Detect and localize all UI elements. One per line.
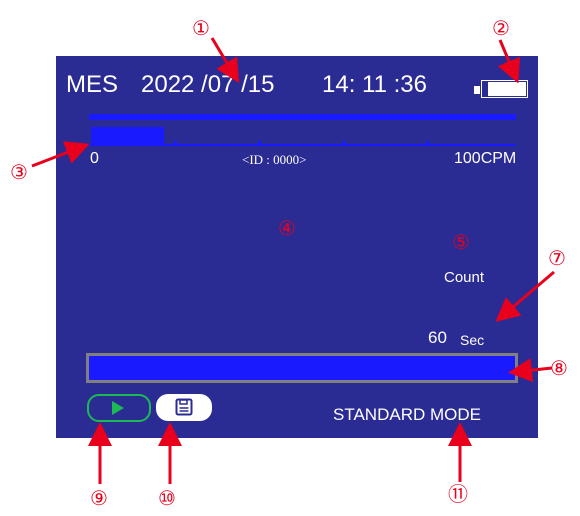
annotation-arrows xyxy=(31,37,555,484)
arrow-8 xyxy=(508,358,553,383)
arrow-3 xyxy=(31,141,90,168)
arrow-2 xyxy=(497,39,521,84)
arrow-7 xyxy=(495,270,555,322)
arrow-1 xyxy=(210,37,240,84)
